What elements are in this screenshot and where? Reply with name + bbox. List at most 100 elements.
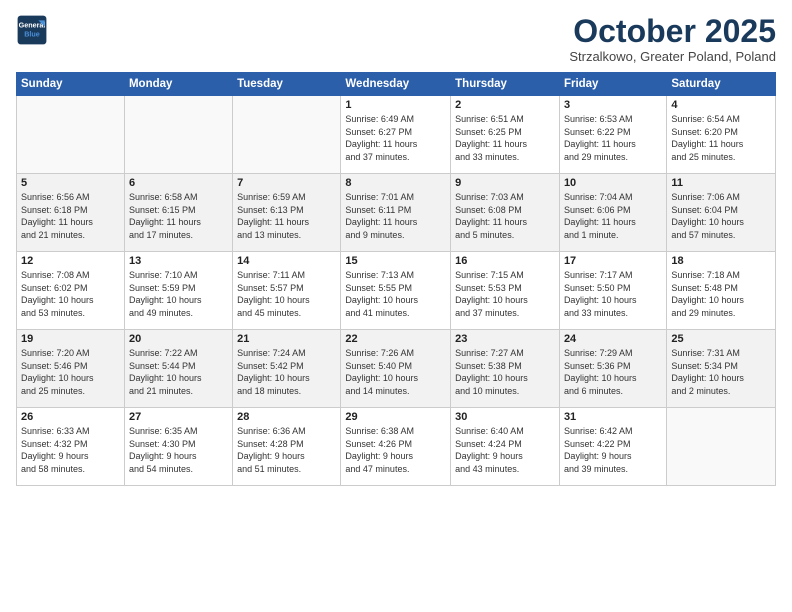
day-number: 1 bbox=[345, 99, 446, 111]
day-info: Sunrise: 7:10 AM Sunset: 5:59 PM Dayligh… bbox=[129, 269, 228, 319]
day-info: Sunrise: 7:04 AM Sunset: 6:06 PM Dayligh… bbox=[564, 191, 662, 241]
table-row: 25 Sunrise: 7:31 AM Sunset: 5:34 PM Dayli… bbox=[667, 330, 776, 408]
day-number: 11 bbox=[671, 177, 771, 189]
table-row: 18 Sunrise: 7:18 AM Sunset: 5:48 PM Dayli… bbox=[667, 252, 776, 330]
table-row: 14 Sunrise: 7:11 AM Sunset: 5:57 PM Dayli… bbox=[233, 252, 341, 330]
day-number: 21 bbox=[237, 333, 336, 345]
day-info: Sunrise: 7:17 AM Sunset: 5:50 PM Dayligh… bbox=[564, 269, 662, 319]
col-wednesday: Wednesday bbox=[341, 73, 451, 96]
calendar-header-row: Sunday Monday Tuesday Wednesday Thursday… bbox=[17, 73, 776, 96]
table-row: 26 Sunrise: 6:33 AM Sunset: 4:32 PM Dayli… bbox=[17, 408, 125, 486]
table-row: 21 Sunrise: 7:24 AM Sunset: 5:42 PM Dayli… bbox=[233, 330, 341, 408]
table-row bbox=[233, 96, 341, 174]
day-number: 4 bbox=[671, 99, 771, 111]
day-info: Sunrise: 6:51 AM Sunset: 6:25 PM Dayligh… bbox=[455, 113, 555, 163]
day-number: 13 bbox=[129, 255, 228, 267]
day-info: Sunrise: 7:06 AM Sunset: 6:04 PM Dayligh… bbox=[671, 191, 771, 241]
table-row: 27 Sunrise: 6:35 AM Sunset: 4:30 PM Dayli… bbox=[124, 408, 232, 486]
table-row: 2 Sunrise: 6:51 AM Sunset: 6:25 PM Daylig… bbox=[451, 96, 560, 174]
day-info: Sunrise: 6:53 AM Sunset: 6:22 PM Dayligh… bbox=[564, 113, 662, 163]
table-row: 6 Sunrise: 6:58 AM Sunset: 6:15 PM Daylig… bbox=[124, 174, 232, 252]
day-info: Sunrise: 6:38 AM Sunset: 4:26 PM Dayligh… bbox=[345, 425, 446, 475]
day-info: Sunrise: 6:33 AM Sunset: 4:32 PM Dayligh… bbox=[21, 425, 120, 475]
day-number: 22 bbox=[345, 333, 446, 345]
day-number: 9 bbox=[455, 177, 555, 189]
day-number: 27 bbox=[129, 411, 228, 423]
table-row: 11 Sunrise: 7:06 AM Sunset: 6:04 PM Dayli… bbox=[667, 174, 776, 252]
day-number: 26 bbox=[21, 411, 120, 423]
calendar-table: Sunday Monday Tuesday Wednesday Thursday… bbox=[16, 72, 776, 486]
day-number: 10 bbox=[564, 177, 662, 189]
day-info: Sunrise: 7:13 AM Sunset: 5:55 PM Dayligh… bbox=[345, 269, 446, 319]
day-number: 12 bbox=[21, 255, 120, 267]
day-info: Sunrise: 7:08 AM Sunset: 6:02 PM Dayligh… bbox=[21, 269, 120, 319]
day-number: 30 bbox=[455, 411, 555, 423]
table-row: 28 Sunrise: 6:36 AM Sunset: 4:28 PM Dayli… bbox=[233, 408, 341, 486]
day-number: 6 bbox=[129, 177, 228, 189]
table-row: 30 Sunrise: 6:40 AM Sunset: 4:24 PM Dayli… bbox=[451, 408, 560, 486]
day-number: 14 bbox=[237, 255, 336, 267]
day-number: 28 bbox=[237, 411, 336, 423]
day-info: Sunrise: 7:15 AM Sunset: 5:53 PM Dayligh… bbox=[455, 269, 555, 319]
logo: General Blue bbox=[16, 14, 48, 46]
table-row: 15 Sunrise: 7:13 AM Sunset: 5:55 PM Dayli… bbox=[341, 252, 451, 330]
table-row: 31Sunrise: 6:42 AM Sunset: 4:22 PM Dayli… bbox=[559, 408, 666, 486]
day-info: Sunrise: 6:58 AM Sunset: 6:15 PM Dayligh… bbox=[129, 191, 228, 241]
table-row: 13 Sunrise: 7:10 AM Sunset: 5:59 PM Dayli… bbox=[124, 252, 232, 330]
table-row: 8Sunrise: 7:01 AM Sunset: 6:11 PM Daylig… bbox=[341, 174, 451, 252]
table-row: 23Sunrise: 7:27 AM Sunset: 5:38 PM Dayli… bbox=[451, 330, 560, 408]
table-row: 12 Sunrise: 7:08 AM Sunset: 6:02 PM Dayli… bbox=[17, 252, 125, 330]
table-row: 22 Sunrise: 7:26 AM Sunset: 5:40 PM Dayli… bbox=[341, 330, 451, 408]
page: General Blue October 2025 Strzalkowo, Gr… bbox=[0, 0, 792, 612]
col-friday: Friday bbox=[559, 73, 666, 96]
table-row bbox=[667, 408, 776, 486]
header: General Blue October 2025 Strzalkowo, Gr… bbox=[16, 14, 776, 64]
svg-text:Blue: Blue bbox=[24, 29, 40, 38]
table-row: 5 Sunrise: 6:56 AM Sunset: 6:18 PM Daylig… bbox=[17, 174, 125, 252]
day-number: 25 bbox=[671, 333, 771, 345]
day-info: Sunrise: 6:40 AM Sunset: 4:24 PM Dayligh… bbox=[455, 425, 555, 475]
day-number: 29 bbox=[345, 411, 446, 423]
day-number: 15 bbox=[345, 255, 446, 267]
day-info: Sunrise: 6:49 AM Sunset: 6:27 PM Dayligh… bbox=[345, 113, 446, 163]
col-tuesday: Tuesday bbox=[233, 73, 341, 96]
col-saturday: Saturday bbox=[667, 73, 776, 96]
col-monday: Monday bbox=[124, 73, 232, 96]
table-row bbox=[124, 96, 232, 174]
day-number: 19 bbox=[21, 333, 120, 345]
day-info: Sunrise: 6:36 AM Sunset: 4:28 PM Dayligh… bbox=[237, 425, 336, 475]
day-number: 3 bbox=[564, 99, 662, 111]
table-row: 24Sunrise: 7:29 AM Sunset: 5:36 PM Dayli… bbox=[559, 330, 666, 408]
day-info: Sunrise: 7:24 AM Sunset: 5:42 PM Dayligh… bbox=[237, 347, 336, 397]
month-title: October 2025 bbox=[569, 14, 776, 49]
table-row: 19 Sunrise: 7:20 AM Sunset: 5:46 PM Dayli… bbox=[17, 330, 125, 408]
day-info: Sunrise: 7:01 AM Sunset: 6:11 PM Dayligh… bbox=[345, 191, 446, 241]
table-row: 17 Sunrise: 7:17 AM Sunset: 5:50 PM Dayli… bbox=[559, 252, 666, 330]
day-number: 31 bbox=[564, 411, 662, 423]
day-number: 2 bbox=[455, 99, 555, 111]
day-info: Sunrise: 6:56 AM Sunset: 6:18 PM Dayligh… bbox=[21, 191, 120, 241]
day-info: Sunrise: 7:03 AM Sunset: 6:08 PM Dayligh… bbox=[455, 191, 555, 241]
day-info: Sunrise: 7:29 AM Sunset: 5:36 PM Dayligh… bbox=[564, 347, 662, 397]
day-info: Sunrise: 7:18 AM Sunset: 5:48 PM Dayligh… bbox=[671, 269, 771, 319]
day-info: Sunrise: 6:35 AM Sunset: 4:30 PM Dayligh… bbox=[129, 425, 228, 475]
day-number: 17 bbox=[564, 255, 662, 267]
day-number: 16 bbox=[455, 255, 555, 267]
subtitle: Strzalkowo, Greater Poland, Poland bbox=[569, 49, 776, 64]
col-sunday: Sunday bbox=[17, 73, 125, 96]
day-info: Sunrise: 7:11 AM Sunset: 5:57 PM Dayligh… bbox=[237, 269, 336, 319]
day-number: 23 bbox=[455, 333, 555, 345]
table-row bbox=[17, 96, 125, 174]
table-row: 29 Sunrise: 6:38 AM Sunset: 4:26 PM Dayli… bbox=[341, 408, 451, 486]
table-row: 4Sunrise: 6:54 AM Sunset: 6:20 PM Daylig… bbox=[667, 96, 776, 174]
col-thursday: Thursday bbox=[451, 73, 560, 96]
day-info: Sunrise: 7:31 AM Sunset: 5:34 PM Dayligh… bbox=[671, 347, 771, 397]
table-row: 9 Sunrise: 7:03 AM Sunset: 6:08 PM Daylig… bbox=[451, 174, 560, 252]
day-info: Sunrise: 7:26 AM Sunset: 5:40 PM Dayligh… bbox=[345, 347, 446, 397]
day-info: Sunrise: 7:20 AM Sunset: 5:46 PM Dayligh… bbox=[21, 347, 120, 397]
day-number: 18 bbox=[671, 255, 771, 267]
day-number: 7 bbox=[237, 177, 336, 189]
table-row: 7Sunrise: 6:59 AM Sunset: 6:13 PM Daylig… bbox=[233, 174, 341, 252]
day-number: 5 bbox=[21, 177, 120, 189]
table-row: 16 Sunrise: 7:15 AM Sunset: 5:53 PM Dayli… bbox=[451, 252, 560, 330]
